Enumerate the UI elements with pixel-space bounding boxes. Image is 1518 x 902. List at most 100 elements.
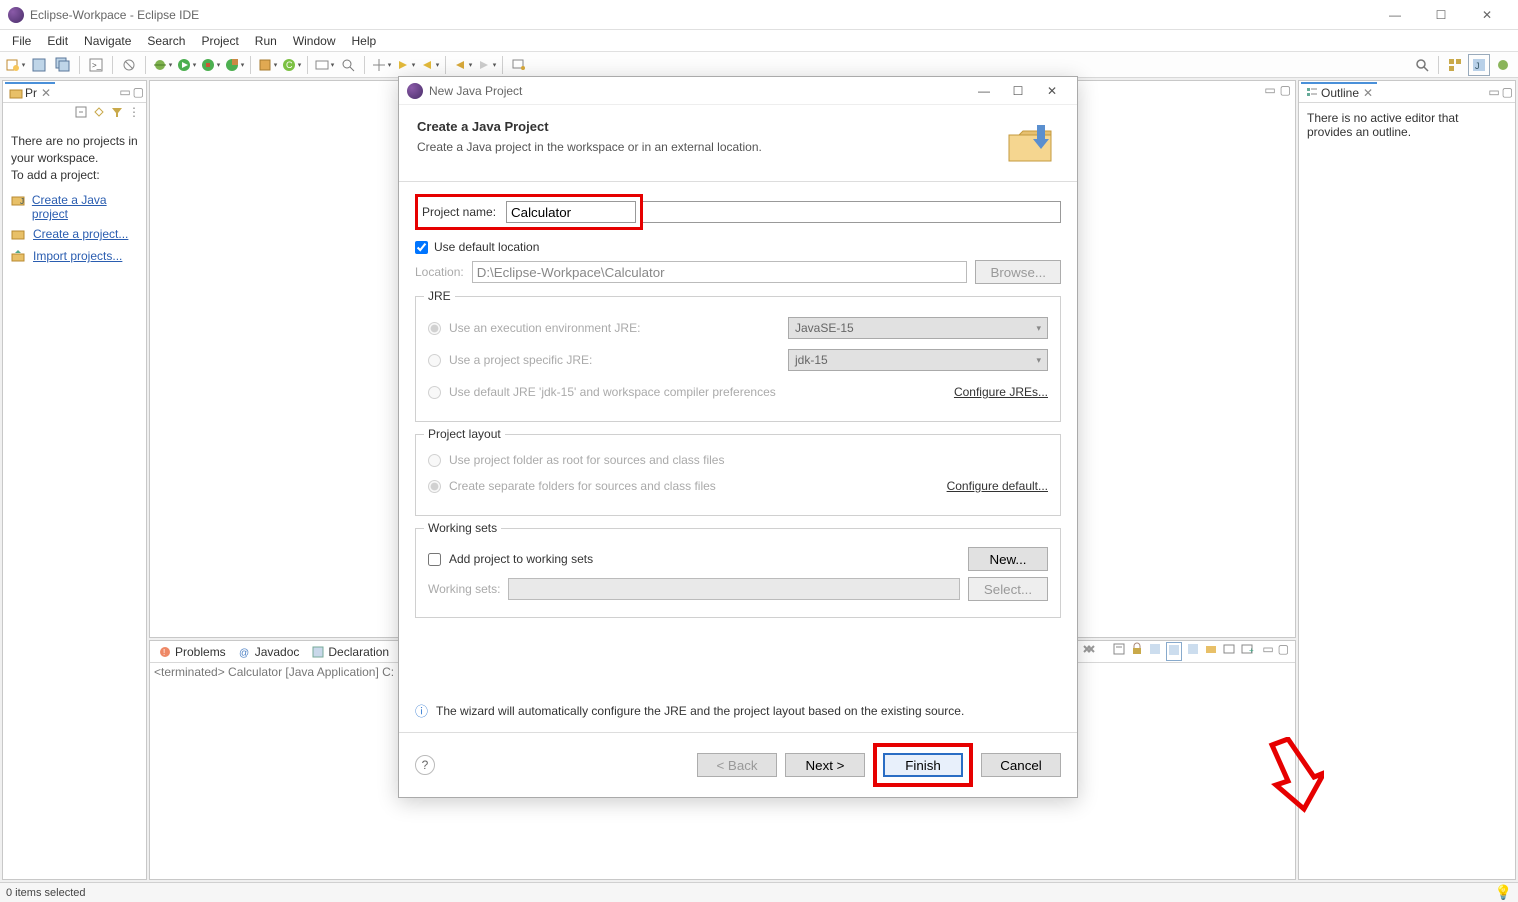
- dialog-eclipse-icon: [407, 83, 423, 99]
- clear-console-icon[interactable]: [1112, 642, 1126, 661]
- jre-group: JRE Use an execution environment JRE: Ja…: [415, 296, 1061, 422]
- menu-file[interactable]: File: [4, 32, 39, 50]
- dialog-close-button[interactable]: ✕: [1035, 79, 1069, 103]
- open-console-icon[interactable]: [1222, 642, 1236, 661]
- next-button[interactable]: Next >: [785, 753, 865, 777]
- menu-help[interactable]: Help: [344, 32, 385, 50]
- project-explorer-tab[interactable]: Pr ✕: [5, 82, 55, 102]
- ws-checkbox[interactable]: [428, 553, 441, 566]
- eclipse-icon: [8, 7, 24, 23]
- layout-separate-radio[interactable]: [428, 480, 441, 493]
- layout-root-radio[interactable]: [428, 454, 441, 467]
- project-explorer-close-icon[interactable]: ✕: [41, 86, 51, 100]
- declaration-tab[interactable]: Declaration: [305, 643, 395, 661]
- pin-editor-icon[interactable]: [508, 54, 530, 76]
- declaration-icon: [311, 645, 325, 659]
- new-java-project-icon: J: [11, 193, 26, 209]
- prev-annotation-icon[interactable]: [418, 54, 440, 76]
- view-maximize-icon[interactable]: ▢: [133, 85, 144, 99]
- menu-window[interactable]: Window: [285, 32, 344, 50]
- new-type-icon[interactable]: C: [280, 54, 302, 76]
- javadoc-label: Javadoc: [255, 645, 300, 659]
- jre-specific-select[interactable]: jdk-15: [788, 349, 1048, 371]
- menu-run[interactable]: Run: [247, 32, 285, 50]
- toggle-mark-icon[interactable]: [370, 54, 392, 76]
- jre-default-radio[interactable]: [428, 386, 441, 399]
- jre-specific-label: Use a project specific JRE:: [449, 353, 592, 367]
- menu-project[interactable]: Project: [193, 32, 246, 50]
- use-default-location-label: Use default location: [434, 240, 539, 254]
- import-projects-link[interactable]: Import projects...: [33, 249, 122, 263]
- open-type-icon[interactable]: [313, 54, 335, 76]
- project-name-input[interactable]: [506, 201, 636, 223]
- use-default-location-checkbox[interactable]: [415, 241, 428, 254]
- outline-maximize-icon[interactable]: ▢: [1502, 85, 1513, 99]
- javadoc-tab[interactable]: @ Javadoc: [232, 643, 306, 661]
- dialog-minimize-button[interactable]: —: [967, 79, 1001, 103]
- link-editor-icon[interactable]: [92, 105, 106, 119]
- jre-env-select[interactable]: JavaSE-15: [788, 317, 1048, 339]
- project-name-input-ext[interactable]: [643, 201, 1061, 223]
- outline-close-icon[interactable]: ✕: [1363, 86, 1373, 100]
- skip-breakpoints-icon[interactable]: [118, 54, 140, 76]
- problems-label: Problems: [175, 645, 226, 659]
- pin-console-icon[interactable]: [1186, 642, 1200, 661]
- outline-minimize-icon[interactable]: ▭: [1488, 85, 1499, 99]
- minimize-button[interactable]: —: [1372, 0, 1418, 30]
- configure-default-link[interactable]: Configure default...: [947, 479, 1048, 493]
- ws-chk-label: Add project to working sets: [449, 552, 960, 566]
- finish-button[interactable]: Finish: [883, 753, 963, 777]
- editor-minimize-icon[interactable]: ▭: [1264, 83, 1275, 97]
- new-icon[interactable]: [4, 54, 26, 76]
- back-icon[interactable]: [451, 54, 473, 76]
- problems-tab[interactable]: ! Problems: [152, 643, 232, 661]
- quick-access-icon[interactable]: [1411, 54, 1433, 76]
- open-perspective-icon[interactable]: [1444, 54, 1466, 76]
- filter-icon[interactable]: [110, 105, 124, 119]
- word-wrap-icon[interactable]: [1148, 642, 1162, 661]
- tip-icon[interactable]: 💡: [1495, 884, 1512, 901]
- bottom-minimize-icon[interactable]: ▭: [1262, 642, 1273, 661]
- run-icon[interactable]: [175, 54, 197, 76]
- debug-icon[interactable]: [151, 54, 173, 76]
- new-package-icon[interactable]: [256, 54, 278, 76]
- configure-jres-link[interactable]: Configure JREs...: [954, 385, 1048, 399]
- save-icon[interactable]: [28, 54, 50, 76]
- scroll-lock-icon[interactable]: [1130, 642, 1144, 661]
- new-console-view-icon[interactable]: +: [1240, 642, 1254, 661]
- next-annotation-icon[interactable]: [394, 54, 416, 76]
- dialog-maximize-button[interactable]: ☐: [1001, 79, 1035, 103]
- jre-specific-radio[interactable]: [428, 354, 441, 367]
- menu-navigate[interactable]: Navigate: [76, 32, 139, 50]
- java-perspective-icon[interactable]: J: [1468, 54, 1490, 76]
- ws-new-button[interactable]: New...: [968, 547, 1048, 571]
- outline-tab[interactable]: Outline ✕: [1301, 82, 1377, 102]
- maximize-button[interactable]: ☐: [1418, 0, 1464, 30]
- view-menu-icon[interactable]: ⋮: [128, 105, 142, 119]
- create-project-link[interactable]: Create a project...: [33, 227, 128, 241]
- coverage-icon[interactable]: [199, 54, 221, 76]
- menu-search[interactable]: Search: [139, 32, 193, 50]
- close-button[interactable]: ✕: [1464, 0, 1510, 30]
- jre-env-radio[interactable]: [428, 322, 441, 335]
- cancel-button[interactable]: Cancel: [981, 753, 1061, 777]
- forward-icon[interactable]: [475, 54, 497, 76]
- view-minimize-icon[interactable]: ▭: [119, 85, 130, 99]
- show-console-icon[interactable]: [1166, 642, 1182, 661]
- help-button[interactable]: ?: [415, 755, 435, 775]
- debug-perspective-icon[interactable]: [1492, 54, 1514, 76]
- jre-legend: JRE: [424, 289, 455, 303]
- bottom-maximize-icon[interactable]: ▢: [1278, 642, 1289, 661]
- collapse-all-icon[interactable]: [74, 105, 88, 119]
- save-all-icon[interactable]: [52, 54, 74, 76]
- external-tools-icon[interactable]: [223, 54, 245, 76]
- editor-maximize-icon[interactable]: ▢: [1280, 83, 1291, 97]
- banner-subtitle: Create a Java project in the workspace o…: [417, 140, 1003, 154]
- display-console-icon[interactable]: [1204, 642, 1218, 661]
- search-icon[interactable]: [337, 54, 359, 76]
- menu-edit[interactable]: Edit: [39, 32, 76, 50]
- terminal-icon[interactable]: >_: [85, 54, 107, 76]
- remove-all-icon[interactable]: [1082, 642, 1096, 661]
- create-java-project-link[interactable]: Create a Java project: [32, 193, 138, 221]
- layout-root-label: Use project folder as root for sources a…: [449, 453, 724, 467]
